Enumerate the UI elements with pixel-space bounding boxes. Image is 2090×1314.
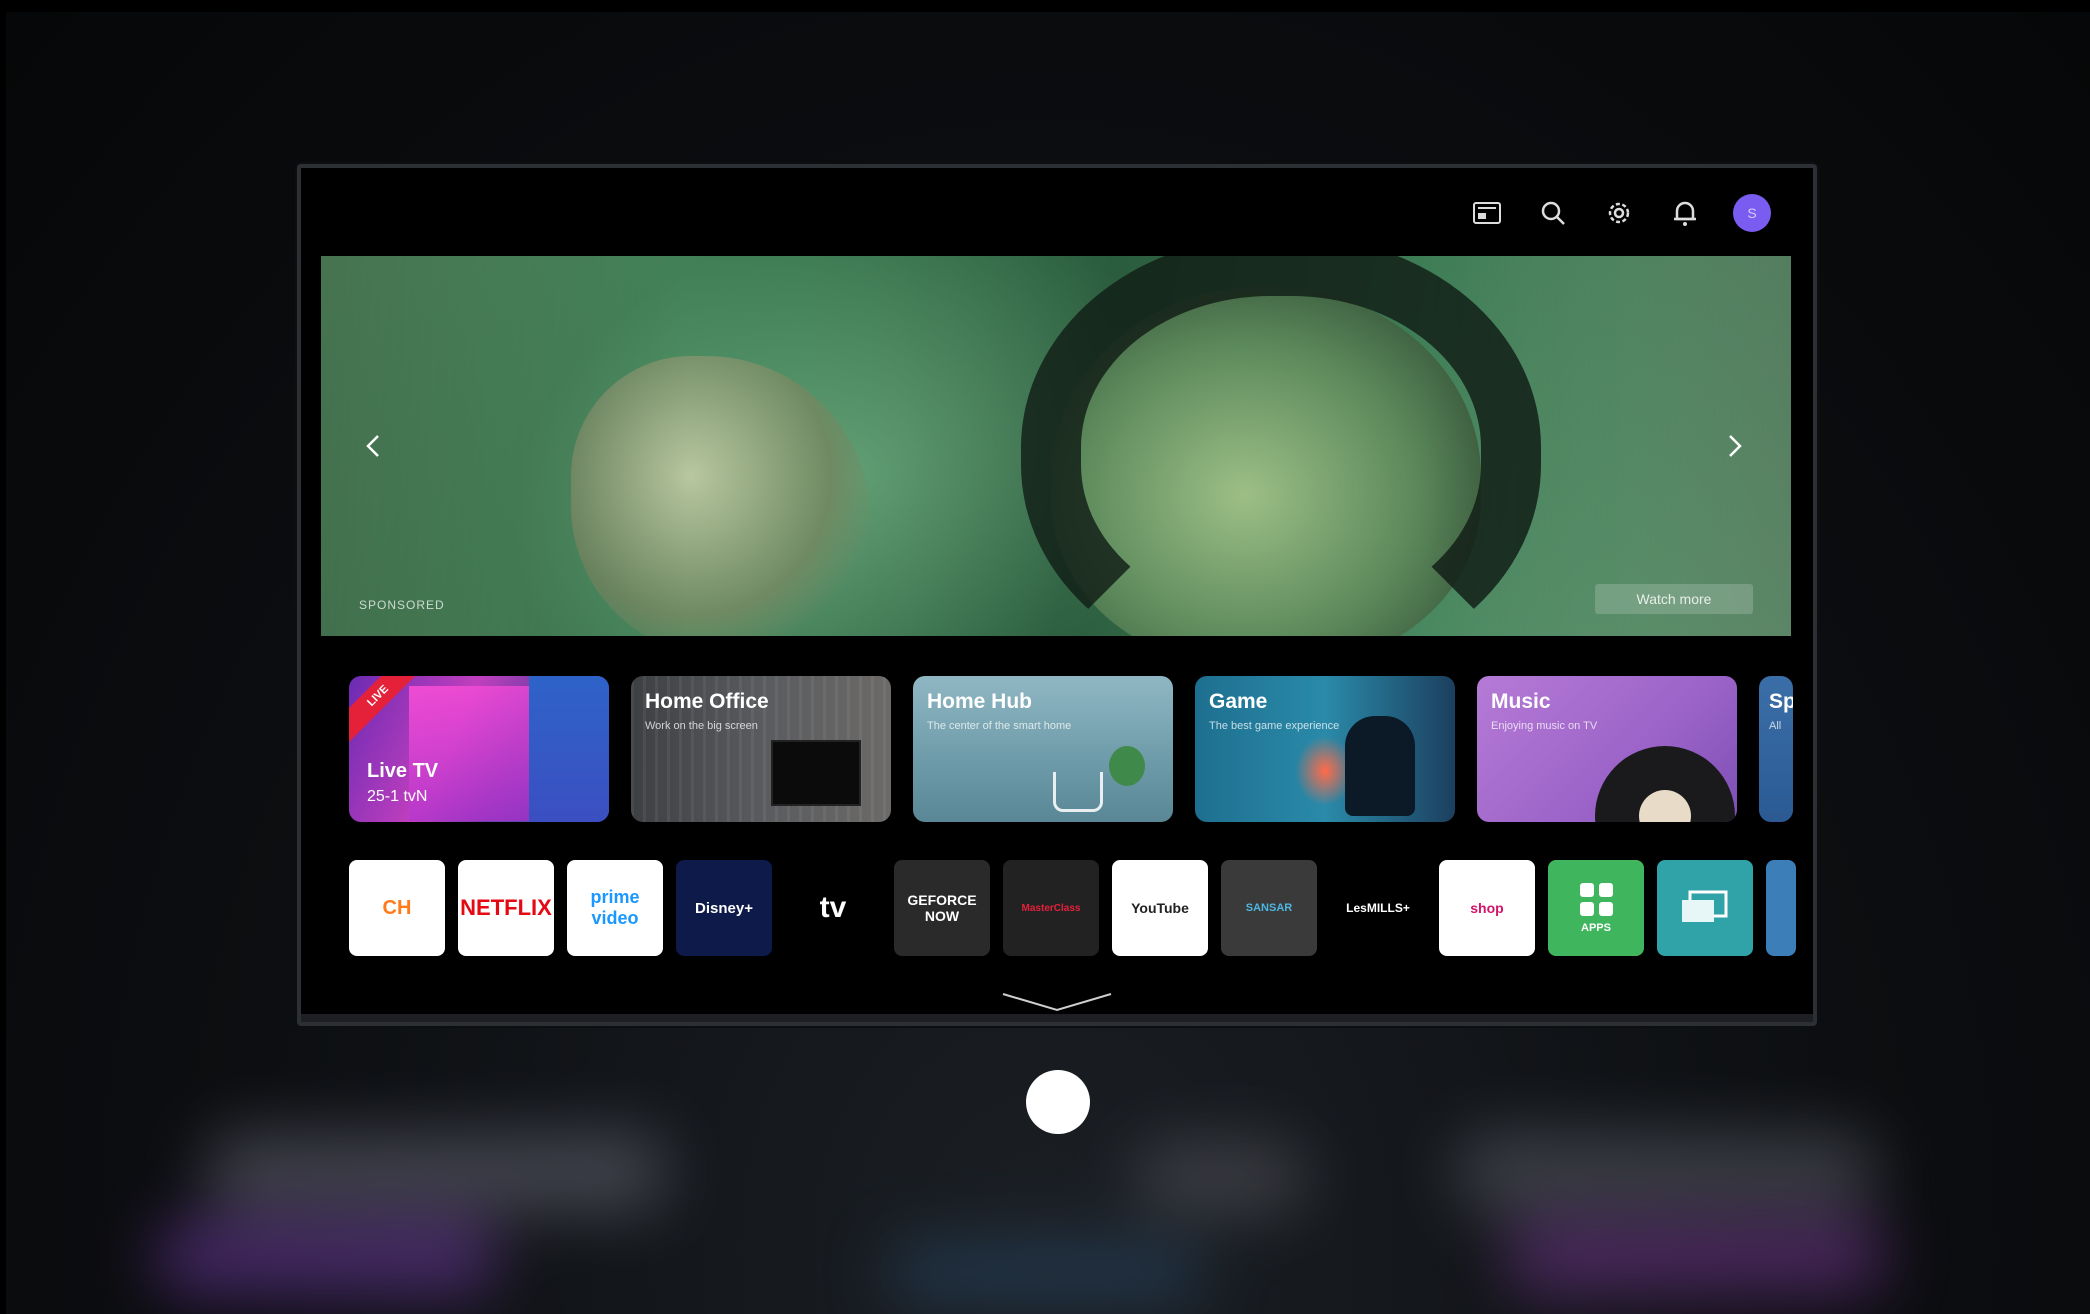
app-label: YouTube [1131,900,1189,916]
card-subtitle: The best game experience [1209,720,1340,732]
geforce-now-app-icon[interactable]: GEFORCE NOW [894,860,990,956]
prime-video-app-icon[interactable]: prime video [567,860,663,956]
card-title: Game [1209,690,1268,713]
profile-avatar[interactable]: S [1733,194,1771,232]
netflix-app-icon[interactable]: NETFLIX [458,860,554,956]
apps-app-icon[interactable]: APPS [1548,860,1644,956]
card-subtitle: All [1769,720,1782,732]
disney-plus-app-icon[interactable]: Disney+ [676,860,772,956]
card-home-hub[interactable]: Home Hub The center of the smart home [913,676,1173,822]
card-home-office[interactable]: Home Office Work on the big screen [631,676,891,822]
pagination-dot[interactable] [1026,1070,1090,1134]
app-label: CH [382,896,412,919]
card-subtitle: The center of the smart home [927,720,1072,732]
chevron-left-icon[interactable] [353,426,393,466]
hero-banner[interactable]: SPONSORED Watch more [321,256,1791,636]
bell-icon[interactable] [1667,195,1703,231]
app-label: shop [1470,900,1504,916]
category-cards: LIVE Live TV 25-1 tvN Home Office Work o… [349,676,1793,822]
app-label: SANSAR [1245,902,1293,914]
tv-bezel-bottom [301,1014,1813,1022]
multiview-app-icon[interactable] [1657,860,1753,956]
apple-tv-app-icon[interactable]: tv [785,860,881,956]
youtube-app-icon[interactable]: YouTube [1112,860,1208,956]
app-label: APPS [1581,921,1611,934]
sponsored-label: SPONSORED [359,598,445,612]
sansar-app-icon[interactable]: SANSAR [1221,860,1317,956]
app-label: Disney+ [695,899,753,917]
shop-app-icon[interactable]: shop [1439,860,1535,956]
card-title: Home Office [645,690,769,713]
app-label: tv [819,891,847,924]
card-game[interactable]: Game The best game experience [1195,676,1455,822]
stage: S SPONSORED Watch more LIVE Live TV 25-1… [6,12,2090,1314]
card-title: Live TV [367,760,439,782]
card-live-tv[interactable]: LIVE Live TV 25-1 tvN [349,676,609,822]
app-label: GEFORCE NOW [907,892,977,924]
app-label: NETFLIX [460,895,552,920]
app-bar: CH NETFLIX prime video Disney+ tv GEFORCE NOW… [349,860,1796,956]
card-sports-partial[interactable]: Sp All [1759,676,1793,822]
app-label: LesMILLS+ [1346,901,1410,915]
app-label: prime video [590,887,640,928]
card-music[interactable]: Music Enjoying music on TV [1477,676,1737,822]
search-icon[interactable] [1535,195,1571,231]
card-subtitle: Enjoying music on TV [1491,720,1598,732]
watch-more-button[interactable]: Watch more [1595,584,1753,614]
input-source-icon[interactable] [1469,195,1505,231]
partial-app-icon[interactable] [1766,860,1796,956]
top-bar: S [1469,194,1771,232]
tv-screen: S SPONSORED Watch more LIVE Live TV 25-1… [297,164,1817,1026]
chevron-right-icon[interactable] [1715,426,1755,466]
card-title: Music [1491,690,1551,713]
gear-icon[interactable] [1601,195,1637,231]
grid-icon [1579,882,1613,916]
card-subtitle: Work on the big screen [645,720,758,732]
ch-app-icon[interactable]: CH [349,860,445,956]
card-title: Home Hub [927,690,1032,713]
masterclass-app-icon[interactable]: MasterClass [1003,860,1099,956]
lesmills-app-icon[interactable]: LesMILLS+ [1330,860,1426,956]
card-subtitle: 25-1 tvN [367,788,428,805]
card-title: Sp [1769,690,1793,713]
app-label: MasterClass [1021,902,1081,914]
multiview-icon [1682,890,1728,922]
